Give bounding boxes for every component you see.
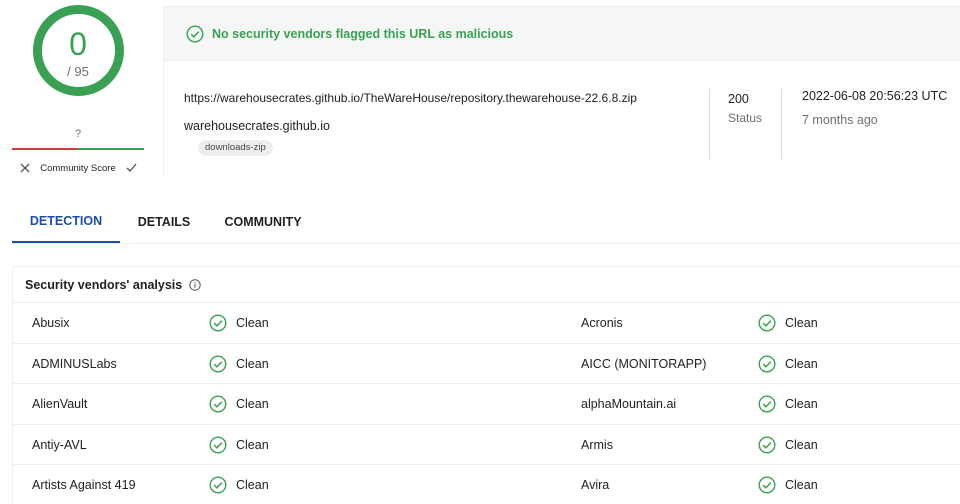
check-icon [126, 163, 136, 172]
tab-detection[interactable]: DETECTION [12, 200, 120, 243]
banner-text: No security vendors flagged this URL as … [212, 26, 514, 41]
table-row: ADMINUSLabs Clean AICC (MONITORAPP) Clea… [13, 344, 960, 385]
divider [781, 89, 782, 159]
vendor-result-label: Clean [785, 356, 818, 371]
table-row: Artists Against 419 Clean Avira Clean [13, 465, 960, 504]
vote-harmless-button[interactable] [122, 159, 140, 177]
check-circle-icon [758, 395, 776, 413]
check-circle-icon [758, 355, 776, 373]
vendor-result-label: Clean [236, 356, 269, 371]
vote-harmful-button[interactable] [16, 159, 34, 177]
detection-count: 0 [69, 26, 87, 62]
vendor-result: Clean [758, 344, 818, 384]
analysis-relative-time: 7 months ago [802, 113, 878, 127]
vendor-result: Clean [758, 384, 818, 424]
community-score-row: Community Score [12, 156, 144, 180]
vendor-result-label: Clean [785, 397, 818, 412]
vendor-result: Clean [209, 425, 269, 465]
vendor-name: Armis [581, 437, 613, 452]
check-circle-icon [209, 314, 227, 332]
check-circle-icon [209, 436, 227, 454]
table-row: Antiy-AVL Clean Armis Clean [13, 425, 960, 466]
vendor-result-label: Clean [236, 437, 269, 452]
check-circle-icon [209, 355, 227, 373]
status-banner: No security vendors flagged this URL as … [164, 7, 960, 61]
vendor-result-label: Clean [785, 437, 818, 452]
vendor-result: Clean [209, 303, 269, 343]
vendor-name: alphaMountain.ai [581, 397, 677, 412]
analysis-datetime: 2022-06-08 20:56:23 UTC [802, 89, 948, 103]
community-score-bar [12, 148, 144, 150]
detection-score-widget: 0 / 95 ? Community Score [12, 0, 144, 180]
scanned-url[interactable]: https://warehousecrates.github.io/TheWar… [184, 91, 637, 105]
vendor-result: Clean [209, 465, 269, 504]
community-score-value: ? [74, 128, 82, 140]
vendor-name: Artists Against 419 [32, 478, 136, 493]
vendor-result-label: Clean [785, 316, 818, 330]
divider [709, 89, 710, 159]
vendors-analysis-card: Security vendors' analysis Abusix Clean … [12, 266, 960, 504]
http-status-code: 200 [728, 92, 749, 106]
info-icon[interactable] [189, 278, 201, 291]
vendor-name: Abusix [32, 316, 70, 330]
check-circle-icon [758, 476, 776, 494]
vendor-name: Antiy-AVL [32, 437, 87, 452]
check-circle-icon [186, 24, 204, 43]
table-row: AlienVault Clean alphaMountain.ai Clean [13, 384, 960, 425]
vendor-result: Clean [758, 425, 818, 465]
vendor-result-label: Clean [236, 478, 269, 493]
tab-details[interactable]: DETAILS [120, 200, 208, 243]
vendor-result-label: Clean [236, 316, 269, 330]
vendor-result: Clean [758, 303, 818, 343]
check-circle-icon [209, 476, 227, 494]
url-tag[interactable]: downloads-zip [198, 140, 273, 156]
vendor-name: AICC (MONITORAPP) [581, 356, 707, 371]
url-summary-panel: No security vendors flagged this URL as … [163, 6, 960, 176]
table-row: Abusix Clean Acronis Clean [13, 303, 960, 344]
report-tabs: DETECTION DETAILS COMMUNITY [12, 200, 960, 244]
http-status-label: Status [728, 111, 763, 125]
tab-community[interactable]: COMMUNITY [208, 200, 318, 243]
vendor-total: / 95 [67, 64, 89, 79]
vendor-result-label: Clean [236, 397, 269, 412]
vendor-result: Clean [209, 384, 269, 424]
check-circle-icon [758, 314, 776, 332]
vendors-analysis-header: Security vendors' analysis [13, 267, 960, 303]
check-circle-icon [209, 395, 227, 413]
vendor-result-label: Clean [785, 478, 818, 493]
vendor-name: Acronis [581, 316, 623, 330]
vendor-name: ADMINUSLabs [32, 356, 117, 371]
vendors-analysis-title: Security vendors' analysis [25, 277, 183, 292]
vendor-name: AlienVault [32, 397, 88, 412]
check-circle-icon [758, 436, 776, 454]
community-score-label: Community Score [40, 162, 116, 174]
close-icon [20, 163, 30, 173]
vendor-result: Clean [758, 465, 818, 504]
scanned-domain[interactable]: warehousecrates.github.io [184, 119, 330, 133]
vendor-name: Avira [581, 478, 610, 493]
vendor-result: Clean [209, 344, 269, 384]
